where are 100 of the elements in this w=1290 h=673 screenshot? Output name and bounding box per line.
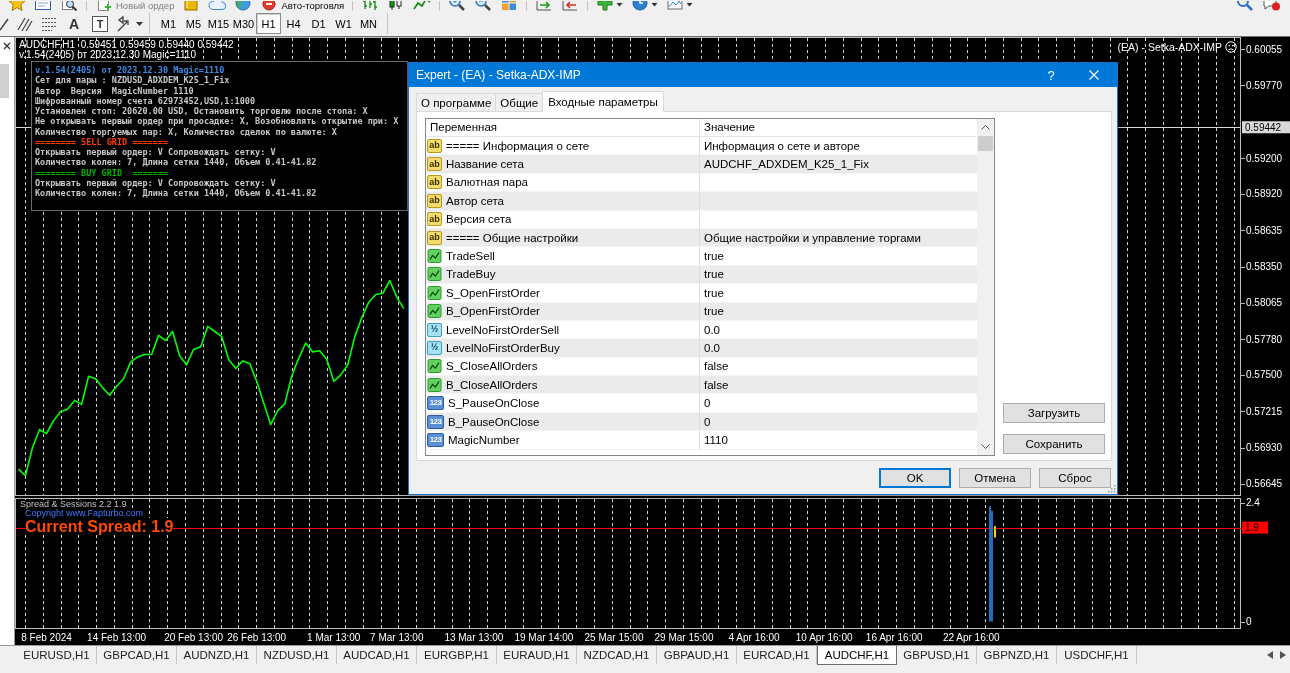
chart-tab[interactable]: AUDCHF,H1 [817, 646, 897, 665]
column-header[interactable]: Значение [700, 119, 977, 136]
line-chart-icon[interactable] [413, 1, 432, 11]
timeframe-button[interactable]: H1 [256, 13, 281, 34]
chart-tab[interactable]: EURUSD,H1 [17, 646, 97, 664]
label-tool-button[interactable]: T [92, 15, 108, 32]
scroll-thumb[interactable] [978, 136, 993, 151]
info-line: Сет для пары : NZDUSD_ADXDEM_K25_1_Fix [35, 75, 230, 86]
type-badge: ab [427, 193, 442, 208]
time-label: 14 Feb 13:00 [87, 632, 147, 643]
chart-tab[interactable]: GBPUSD,H1 [897, 646, 977, 664]
chart-tab[interactable]: GBPAUD,H1 [657, 646, 737, 664]
table-row[interactable]: 123 S_PauseOnClose 0 [426, 394, 977, 413]
right-arrow-icon[interactable] [1280, 651, 1286, 659]
close-icon [1089, 70, 1099, 80]
zoom-in-icon[interactable] [448, 1, 467, 11]
chat-icon[interactable] [1262, 1, 1280, 11]
time-label: 8 Feb 2024 [21, 632, 72, 643]
timeframe-button[interactable]: D1 [306, 13, 331, 34]
globe-icon[interactable] [234, 1, 253, 11]
table-row[interactable]: TradeSell true [426, 247, 977, 266]
chart-tab[interactable]: GBPNZD,H1 [977, 646, 1057, 664]
chevron-down-icon[interactable] [981, 444, 990, 449]
type-badge: ab [427, 157, 442, 172]
type-badge: ab [427, 212, 442, 227]
dialog-button[interactable]: Отмена [959, 468, 1031, 488]
timeframe-button[interactable]: W1 [331, 13, 356, 34]
table-cell: B_OpenFirstOrder [446, 305, 540, 318]
chart-tab[interactable]: AUDNZD,H1 [177, 646, 257, 664]
table-row[interactable]: S_OpenFirstOrder true [426, 284, 977, 303]
chart-arrow-icon[interactable] [535, 1, 554, 11]
table-cell: 0 [704, 397, 711, 410]
chart-tab[interactable]: EURAUD,H1 [497, 646, 577, 664]
timeframe-button[interactable]: M30 [231, 13, 256, 34]
grid-icon[interactable] [500, 1, 519, 11]
clock-icon[interactable] [631, 1, 650, 11]
axis-label: 0.59200 [1246, 152, 1283, 164]
chart-tab[interactable]: GBPCAD,H1 [97, 646, 177, 664]
tab[interactable]: Общие [495, 93, 544, 111]
table-cell: ===== Общие настройки [446, 231, 579, 244]
dialog-button[interactable]: OK [879, 468, 951, 488]
table-row[interactable]: ½ LevelNoFirstOrderBuy 0.0 [426, 339, 977, 358]
chart-tab[interactable]: EURGBP,H1 [417, 646, 497, 664]
magnifier-icon[interactable] [60, 1, 78, 11]
tab[interactable]: О программе [416, 93, 497, 111]
close-icon[interactable] [3, 42, 11, 50]
left-arrow-icon[interactable] [1267, 651, 1273, 659]
plus-icon[interactable] [596, 1, 615, 11]
chart-tab[interactable]: AUDCAD,H1 [337, 646, 417, 664]
scrollbar[interactable] [977, 119, 994, 455]
column-header[interactable]: Переменная [426, 119, 700, 136]
search-icon[interactable] [1236, 1, 1254, 11]
bar-chart-icon[interactable] [361, 1, 380, 11]
tab[interactable]: Входные параметры [542, 91, 664, 112]
zoom-out-icon[interactable] [474, 1, 493, 11]
dialog-button[interactable]: Сохранить [1003, 434, 1105, 454]
info-line: Открывать первый ордер: V Сопровождать сетку: V [35, 177, 276, 188]
spread-readout: Current Spread: 1.9 [25, 518, 174, 535]
table-row[interactable]: 123 MagicNumber 1110 [426, 431, 977, 450]
table-row[interactable]: ab Автор сета [426, 192, 977, 211]
timeframe-button[interactable]: M1 [156, 13, 181, 34]
level-label: 0.59442 [1242, 121, 1290, 134]
caret-icon[interactable] [136, 21, 143, 26]
help-button[interactable]: ? [1031, 63, 1071, 87]
table-cell: Автор сета [446, 194, 504, 207]
resize-grip-icon[interactable] [1106, 483, 1116, 493]
axis-label: 2.4 [1246, 498, 1260, 509]
table-row[interactable]: ab Название сета AUDCHF_ADXDEM_K25_1_Fix [426, 155, 977, 174]
timeframe-button[interactable]: M15 [206, 13, 231, 34]
axis-label: 0.59770 [1246, 79, 1283, 91]
axis-label: 0.58635 [1246, 224, 1283, 236]
type-badge: ab [427, 230, 442, 245]
cloud-icon[interactable] [208, 1, 227, 11]
chart-tab[interactable]: NZDCAD,H1 [577, 646, 657, 664]
scroll-thumb[interactable] [0, 64, 9, 98]
timeframe-button[interactable]: M5 [181, 13, 206, 34]
timeframe-button[interactable]: H4 [281, 13, 306, 34]
info-line: Автор Версия MagicNumber 1110 [35, 85, 194, 96]
chart-tab[interactable]: NZDUSD,H1 [257, 646, 337, 664]
timeframe-button[interactable]: MN [356, 13, 381, 34]
text-tool-button[interactable]: A [64, 13, 84, 34]
document-icon [95, 1, 113, 11]
table-row[interactable]: ab ===== Информация о сете Информация о сете и авторе [426, 137, 977, 156]
time-label: 13 Mar 13:00 [444, 632, 504, 643]
type-badge: 123 [427, 396, 444, 411]
toolbar-button[interactable]: Авто-торговля [260, 0, 345, 11]
chart-line-icon [427, 249, 442, 264]
dialog-button[interactable]: Загрузить [1003, 403, 1105, 423]
axis-label: 0.57215 [1246, 405, 1283, 417]
chart-tab[interactable]: USDCHF,H1 [1057, 646, 1137, 664]
table-row[interactable]: B_CloseAllOrders false [426, 376, 977, 395]
chart-arrow-icon[interactable] [561, 1, 580, 11]
ref-line-label: 0.59442 [1245, 121, 1282, 133]
window-icon[interactable] [34, 1, 52, 11]
sad-face-icon [1225, 41, 1237, 53]
star-icon[interactable] [8, 1, 26, 11]
info-line: Количество колен: 7, Длина сетки 1440, Объем 0.41-41.82 [35, 188, 317, 199]
table-cell: true [704, 305, 724, 318]
dialog-button[interactable]: Сброс [1039, 468, 1111, 488]
chevron-up-icon[interactable] [981, 125, 990, 130]
